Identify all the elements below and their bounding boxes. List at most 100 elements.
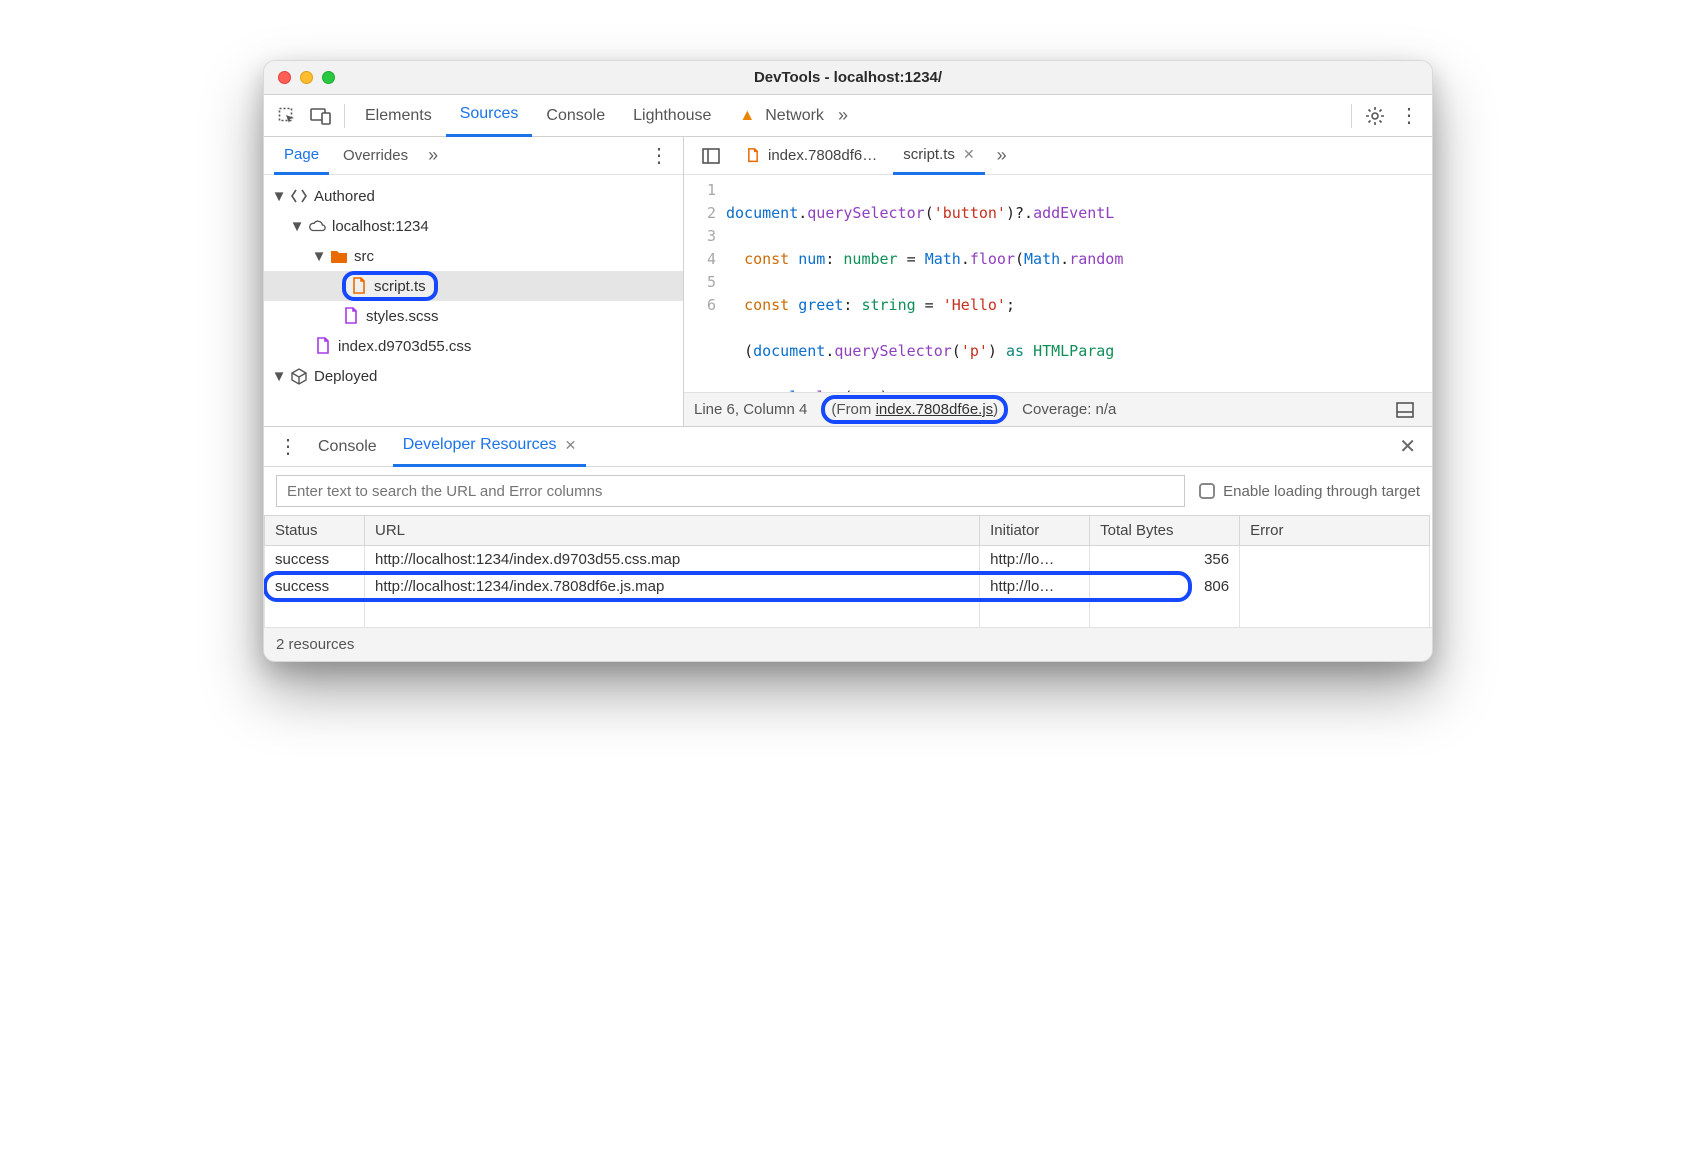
drawer-tab-console[interactable]: Console <box>308 427 387 467</box>
tab-console[interactable]: Console <box>532 95 619 137</box>
chevron-down-icon: ▼ <box>274 368 284 385</box>
more-tabs-icon[interactable]: » <box>838 99 848 133</box>
tree-label: localhost:1234 <box>332 218 429 235</box>
tree-group-deployed[interactable]: ▼ Deployed <box>264 361 683 391</box>
settings-gear-icon[interactable] <box>1358 99 1392 133</box>
drawer-tabs: ⋮ Console Developer Resources ✕ ✕ <box>264 427 1432 467</box>
col-bytes[interactable]: Total Bytes <box>1090 516 1240 546</box>
toggle-device-icon[interactable] <box>304 99 338 133</box>
tree-label: script.ts <box>374 278 426 295</box>
nav-tab-page[interactable]: Page <box>274 137 329 175</box>
line-gutter: 1 2 3 4 5 6 <box>684 175 722 392</box>
separator <box>344 104 345 128</box>
warning-icon: ▲ <box>739 107 755 125</box>
col-error[interactable]: Error <box>1240 516 1430 546</box>
tab-sources[interactable]: Sources <box>446 95 533 137</box>
chevron-down-icon: ▼ <box>274 188 284 205</box>
file-tree: ▼ Authored ▼ localhost:1234 ▼ <box>264 175 683 397</box>
navigator-tabs: Page Overrides » ⋮ <box>264 137 683 175</box>
tree-label: Deployed <box>314 368 377 385</box>
window-title: DevTools - localhost:1234/ <box>264 69 1432 86</box>
table-row[interactable]: success http://localhost:1234/index.d970… <box>265 546 1432 574</box>
chevron-down-icon: ▼ <box>292 218 302 235</box>
file-icon <box>350 277 368 295</box>
expand-panel-icon[interactable] <box>1388 393 1422 427</box>
editor-status-bar: Line 6, Column 4 (From index.7808df6e.js… <box>684 392 1432 426</box>
tab-label: Overrides <box>343 147 408 164</box>
table-row[interactable]: success http://localhost:1234/index.7808… <box>265 573 1432 600</box>
main-toolbar: Elements Sources Console Lighthouse ▲ Ne… <box>264 95 1432 137</box>
tab-lighthouse[interactable]: Lighthouse <box>619 95 725 137</box>
close-drawer-icon[interactable]: ✕ <box>1393 434 1422 459</box>
code-brackets-icon <box>290 187 308 205</box>
tab-label: Network <box>765 107 824 125</box>
title-bar: DevTools - localhost:1234/ <box>264 61 1432 95</box>
resource-count: 2 resources <box>276 636 354 653</box>
col-status[interactable]: Status <box>265 516 365 546</box>
nav-tab-overrides[interactable]: Overrides <box>333 137 418 175</box>
tab-network[interactable]: ▲ Network <box>725 95 838 137</box>
tab-label: Page <box>284 146 319 163</box>
inspect-element-icon[interactable] <box>270 99 304 133</box>
tree-file-styles[interactable]: styles.scss <box>264 301 683 331</box>
drawer-tab-developer-resources[interactable]: Developer Resources ✕ <box>393 427 587 467</box>
tab-label: Console <box>318 438 377 456</box>
tab-label: Lighthouse <box>633 107 711 125</box>
kebab-menu-icon[interactable]: ⋮ <box>274 434 302 459</box>
resources-table: Status URL Initiator Total Bytes Error s… <box>264 515 1432 627</box>
tree-label: index.d9703d55.css <box>338 338 471 355</box>
editor-tabs: index.7808df6… script.ts ✕ » <box>684 137 1432 175</box>
more-tabs-icon[interactable]: » <box>991 145 1013 166</box>
deployed-icon <box>290 367 308 385</box>
tree-folder-src[interactable]: ▼ src <box>264 241 683 271</box>
sources-split: Page Overrides » ⋮ ▼ Authored ▼ <box>264 137 1432 427</box>
tree-file-indexcss[interactable]: index.d9703d55.css <box>264 331 683 361</box>
checkbox-icon <box>1199 483 1215 499</box>
cursor-position: Line 6, Column 4 <box>694 401 807 418</box>
navigator-panel: Page Overrides » ⋮ ▼ Authored ▼ <box>264 137 684 426</box>
tab-label: Developer Resources <box>403 436 557 454</box>
kebab-menu-icon[interactable]: ⋮ <box>645 143 673 168</box>
toggle-navigator-icon[interactable] <box>694 139 728 173</box>
table-header-row: Status URL Initiator Total Bytes Error <box>265 516 1432 546</box>
tree-label: src <box>354 248 374 265</box>
editor-tab-script[interactable]: script.ts ✕ <box>893 137 984 175</box>
table-row-empty <box>265 600 1432 627</box>
tree-group-authored[interactable]: ▼ Authored <box>264 181 683 211</box>
tree-host[interactable]: ▼ localhost:1234 <box>264 211 683 241</box>
file-icon <box>342 307 360 325</box>
enable-loading-checkbox[interactable]: Enable loading through target <box>1199 483 1420 500</box>
editor-tab-index[interactable]: index.7808df6… <box>734 137 887 175</box>
devtools-window: DevTools - localhost:1234/ Elements Sour… <box>263 60 1433 662</box>
annotation-highlight: (From index.7808df6e.js) <box>821 395 1008 424</box>
drawer-footer: 2 resources <box>264 627 1432 661</box>
tree-label: Authored <box>314 188 375 205</box>
file-icon <box>314 337 332 355</box>
chevron-down-icon: ▼ <box>314 248 324 265</box>
search-input[interactable] <box>276 475 1185 507</box>
tab-label: script.ts <box>903 146 955 163</box>
code-editor[interactable]: 1 2 3 4 5 6 document.querySelector('butt… <box>684 175 1432 392</box>
close-tab-icon[interactable]: ✕ <box>963 146 975 163</box>
coverage-status: Coverage: n/a <box>1022 401 1116 418</box>
kebab-menu-icon[interactable]: ⋮ <box>1392 99 1426 133</box>
tree-file-script[interactable]: script.ts <box>264 271 683 301</box>
close-tab-icon[interactable]: ✕ <box>565 437 577 454</box>
tab-label: Console <box>546 107 605 125</box>
col-initiator[interactable]: Initiator <box>980 516 1090 546</box>
tab-elements[interactable]: Elements <box>351 95 446 137</box>
annotation-highlight: script.ts <box>342 271 438 301</box>
code-content: document.querySelector('button')?.addEve… <box>722 175 1432 392</box>
more-tabs-icon[interactable]: » <box>422 145 444 166</box>
checkbox-label: Enable loading through target <box>1223 483 1420 500</box>
cloud-icon <box>308 217 326 235</box>
file-icon <box>744 147 762 165</box>
tab-label: Sources <box>460 105 519 123</box>
folder-icon <box>330 247 348 265</box>
editor-panel: index.7808df6… script.ts ✕ » 1 2 3 4 5 6… <box>684 137 1432 426</box>
sourcemap-link[interactable]: index.7808df6e.js <box>876 401 994 418</box>
tab-label: index.7808df6… <box>768 147 877 164</box>
separator <box>1351 104 1352 128</box>
col-url[interactable]: URL <box>365 516 980 546</box>
drawer-toolbar: Enable loading through target <box>264 467 1432 515</box>
